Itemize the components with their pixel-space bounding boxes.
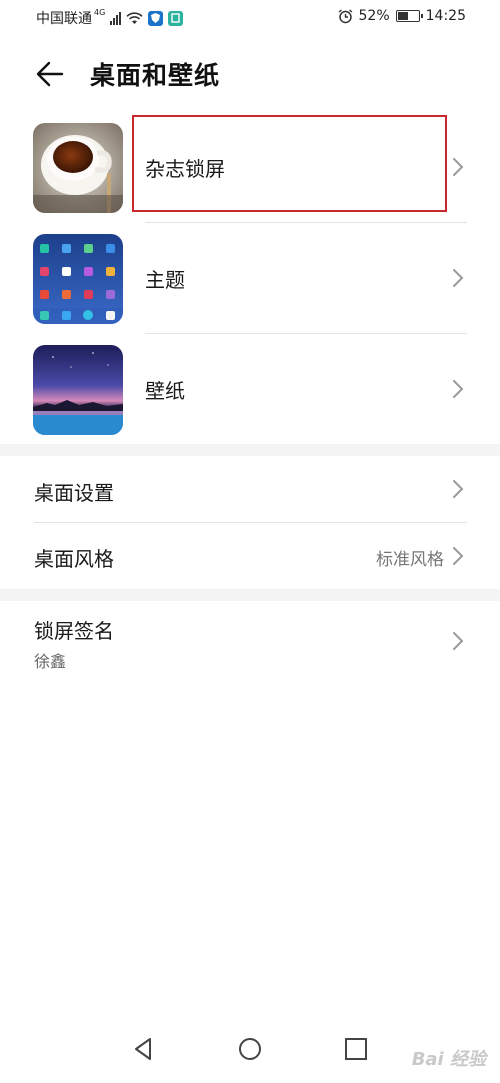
wallpaper-thumbnail (33, 345, 123, 435)
theme-thumbnail (33, 234, 123, 324)
battery-percent: 52% (358, 8, 390, 24)
lockscreen-signature-row[interactable]: 锁屏签名 徐鑫 (0, 601, 500, 683)
chevron-right-icon (453, 632, 464, 650)
chevron-right-icon (453, 547, 464, 565)
section-separator (0, 589, 500, 601)
status-bar-right: 52% 14:25 (338, 8, 466, 24)
chevron-right-icon (453, 269, 464, 287)
wallpaper-row[interactable]: 壁纸 (0, 334, 500, 445)
desktop-settings-label: 桌面设置 (34, 481, 114, 505)
nav-home-icon[interactable] (236, 1035, 264, 1063)
app-header: 桌面和壁纸 (0, 52, 500, 96)
network-type: 4G (94, 7, 106, 17)
back-arrow-icon[interactable] (34, 60, 66, 88)
lockscreen-signature-label: 锁屏签名 (34, 619, 114, 643)
desktop-style-value: 标准风格 (376, 550, 444, 570)
status-bar-left: 中国联通 4G (36, 7, 184, 28)
carrier-name: 中国联通 (36, 11, 92, 27)
status-bar: 中国联通 4G 52% 14:25 (0, 0, 500, 36)
battery-fill (397, 12, 408, 20)
shield-app-icon (148, 10, 164, 26)
magazine-lockscreen-label: 杂志锁屏 (145, 157, 225, 181)
navigation-bar: Bai 经验 (0, 1013, 500, 1083)
nav-back-icon[interactable] (130, 1035, 158, 1063)
battery-icon (395, 10, 423, 22)
chevron-right-icon (453, 380, 464, 398)
chevron-right-icon (453, 480, 464, 498)
wifi-icon (126, 11, 143, 24)
desktop-style-row[interactable]: 桌面风格 标准风格 (0, 523, 500, 589)
app-badge-icon (168, 10, 184, 26)
theme-row[interactable]: 主题 (0, 223, 500, 334)
magazine-lockscreen-row[interactable]: 杂志锁屏 (0, 112, 500, 223)
desktop-style-label: 桌面风格 (34, 547, 114, 571)
wallpaper-label: 壁纸 (145, 379, 185, 403)
chevron-right-icon (453, 158, 464, 176)
alarm-icon (338, 8, 352, 23)
theme-label: 主题 (145, 268, 185, 292)
desktop-settings-row[interactable]: 桌面设置 (0, 456, 500, 522)
nav-recents-icon[interactable] (342, 1035, 370, 1063)
signal-icon (110, 11, 122, 25)
watermark: Bai 经验 (411, 1049, 486, 1070)
page-title: 桌面和壁纸 (90, 61, 221, 90)
section-separator (0, 444, 500, 456)
clock: 14:25 (425, 8, 466, 24)
magazine-lockscreen-thumbnail (33, 123, 123, 213)
lockscreen-signature-value: 徐鑫 (34, 652, 67, 671)
